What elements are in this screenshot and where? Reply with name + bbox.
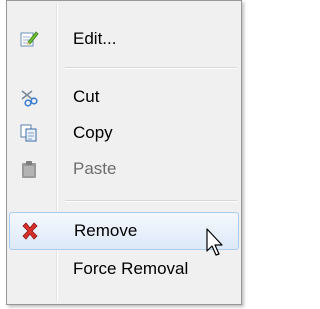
context-menu: Edit... Cut Copy Paste Remove Force Remo… xyxy=(6,0,242,305)
menu-item-label: Paste xyxy=(73,159,117,178)
menu-item-label: Edit... xyxy=(73,29,117,48)
menu-item-remove[interactable]: Remove xyxy=(9,212,239,250)
menu-item-force-removal[interactable]: Force Removal xyxy=(9,251,239,287)
menu-item-label: Force Removal xyxy=(73,259,189,278)
edit-note-icon xyxy=(19,29,39,49)
menu-item-label: Copy xyxy=(73,123,113,142)
menu-separator xyxy=(65,67,237,69)
copy-icon xyxy=(19,123,39,143)
scissors-icon xyxy=(19,87,39,107)
menu-separator xyxy=(65,200,237,202)
clipboard-icon xyxy=(19,159,39,179)
menu-item-label: Remove xyxy=(74,221,138,240)
menu-item-label: Cut xyxy=(73,87,100,106)
menu-item-edit[interactable]: Edit... xyxy=(9,21,239,57)
menu-item-copy[interactable]: Copy xyxy=(9,115,239,151)
mouse-pointer-icon xyxy=(206,228,228,258)
menu-item-cut[interactable]: Cut xyxy=(9,79,239,115)
menu-item-paste[interactable]: Paste xyxy=(9,151,239,187)
red-x-icon xyxy=(20,221,40,241)
